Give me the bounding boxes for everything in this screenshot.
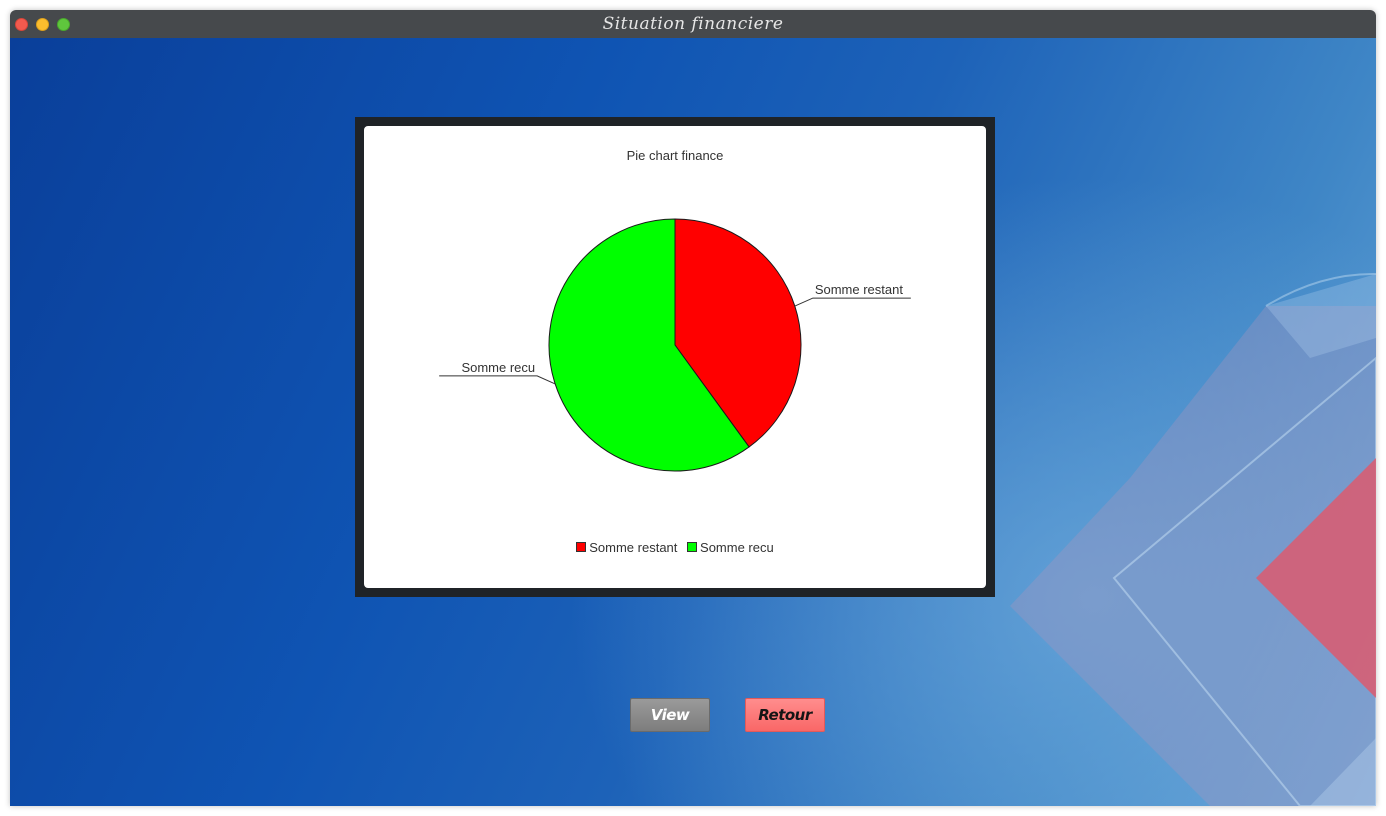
legend-item-somme-recu: Somme recu: [687, 540, 774, 555]
window-content: Pie chart finance Somme restant Somme rec…: [10, 38, 1376, 806]
title-bar[interactable]: Situation financiere: [10, 10, 1376, 39]
label-leader-line: [794, 297, 911, 307]
chart-container: Pie chart finance Somme restant Somme rec…: [355, 117, 995, 597]
label-leader-line: [439, 375, 556, 385]
pie-label: Somme restant: [815, 282, 904, 297]
legend-swatch: [687, 542, 698, 552]
pie-chart: Somme restant Somme recu: [439, 218, 911, 472]
view-button[interactable]: View: [630, 698, 710, 732]
legend-item-somme-restant: Somme restant: [576, 540, 677, 555]
retour-button[interactable]: Retour: [745, 698, 825, 732]
window-title: Situation financiere: [602, 14, 784, 34]
legend-label: Somme recu: [700, 540, 774, 555]
legend-swatch: [576, 542, 587, 552]
legend-label: Somme restant: [589, 540, 678, 555]
chart-panel: Pie chart finance Somme restant Somme rec…: [364, 126, 986, 588]
pie-label: Somme recu: [461, 360, 535, 375]
chart-legend: Somme restant Somme recu: [364, 540, 986, 555]
app-window: Situation financiere Pie chart finance S…: [10, 10, 1376, 806]
